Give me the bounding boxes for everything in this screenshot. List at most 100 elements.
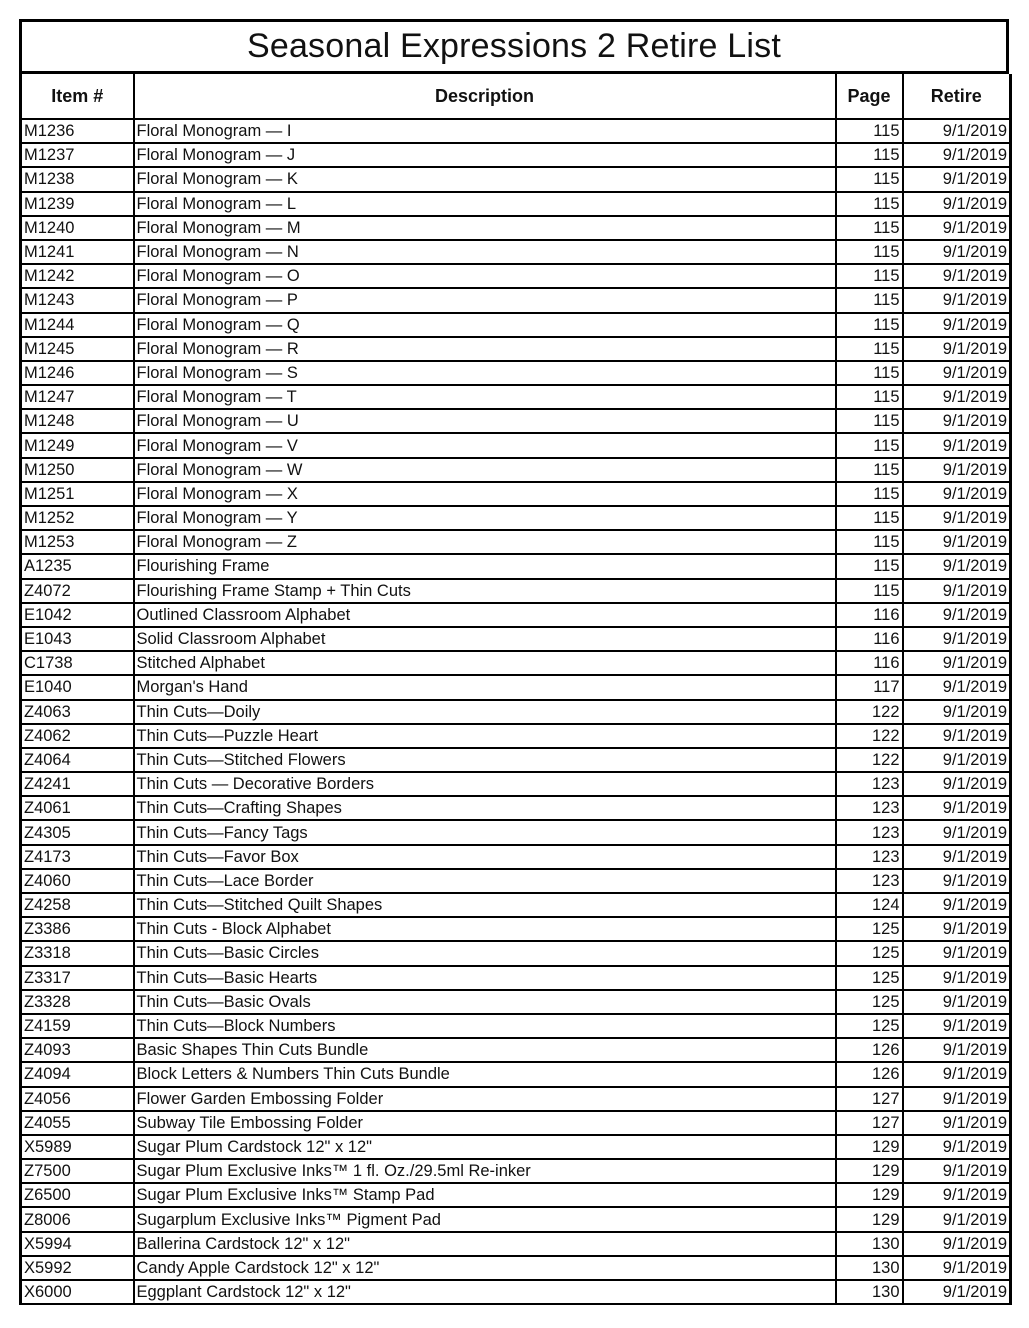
- page-cell: 125: [834, 1012, 904, 1040]
- item-number-cell: X6000: [19, 1278, 135, 1306]
- description-cell: Floral Monogram — J: [132, 142, 837, 169]
- description-cell: Ballerina Cardstock 12" x 12": [132, 1230, 837, 1257]
- description-cell: Sugar Plum Exclusive Inks™ 1 fl. Oz./29.…: [132, 1158, 837, 1185]
- page-cell: 115: [834, 553, 904, 580]
- description-cell: Floral Monogram — R: [132, 335, 837, 362]
- table-row: M1243 Floral Monogram — P 115 9/1/2019: [19, 287, 1012, 314]
- retire-date-cell: 9/1/2019: [901, 650, 1012, 677]
- page-cell: 122: [834, 722, 904, 749]
- column-header-page: Page: [834, 74, 904, 120]
- item-number-cell: Z3328: [19, 988, 135, 1015]
- item-number-cell: M1249: [19, 432, 135, 459]
- retire-date-cell: 9/1/2019: [901, 384, 1012, 411]
- description-cell: Floral Monogram — T: [132, 384, 837, 411]
- table-row: A1235 Flourishing Frame 115 9/1/2019: [19, 553, 1012, 580]
- item-number-cell: X5989: [19, 1133, 135, 1161]
- item-number-cell: Z4305: [19, 819, 135, 846]
- page-cell: 130: [834, 1254, 904, 1282]
- page-cell: 115: [834, 117, 904, 145]
- item-number-cell: Z4056: [19, 1085, 135, 1112]
- page-cell: 123: [834, 795, 904, 822]
- item-number-cell: Z4241: [19, 771, 135, 798]
- table-row: E1042 Outlined Classroom Alphabet 116 9/1/2…: [19, 601, 1012, 628]
- description-cell: Block Letters & Numbers Thin Cuts Bundle: [132, 1061, 837, 1088]
- page-cell: 122: [834, 698, 904, 725]
- retire-date-cell: 9/1/2019: [901, 311, 1012, 338]
- item-number-cell: M1251: [19, 480, 135, 508]
- table-row: M1246 Floral Monogram — S 115 9/1/2019: [19, 359, 1012, 387]
- description-cell: Floral Monogram — M: [132, 214, 837, 241]
- description-cell: Thin Cuts — Decorative Borders: [132, 771, 837, 798]
- table-row: X5994 Ballerina Cardstock 12" x 12" 130 9/1…: [19, 1230, 1012, 1257]
- retire-date-cell: 9/1/2019: [901, 674, 1012, 701]
- description-cell: Flourishing Frame: [132, 553, 837, 580]
- item-number-cell: M1246: [19, 359, 135, 387]
- item-number-cell: M1242: [19, 263, 135, 290]
- item-number-cell: Z6500: [19, 1182, 135, 1209]
- table-row: Z4159 Thin Cuts—Block Numbers 125 9/1/2019: [19, 1012, 1012, 1040]
- page-cell: 123: [834, 819, 904, 846]
- retire-date-cell: 9/1/2019: [901, 577, 1012, 604]
- description-cell: Floral Monogram — Z: [132, 529, 837, 556]
- page-cell: 117: [834, 674, 904, 701]
- description-cell: Floral Monogram — K: [132, 166, 837, 193]
- description-cell: Thin Cuts—Lace Border: [132, 867, 837, 895]
- table-row: Z4056 Flower Garden Embossing Folder 127 9/…: [19, 1085, 1012, 1112]
- item-number-cell: Z7500: [19, 1158, 135, 1185]
- retire-date-cell: 9/1/2019: [901, 359, 1012, 387]
- item-number-cell: M1241: [19, 238, 135, 266]
- table-row: C1738 Stitched Alphabet 116 9/1/2019: [19, 650, 1012, 677]
- retire-date-cell: 9/1/2019: [901, 166, 1012, 193]
- page-cell: 123: [834, 867, 904, 895]
- table-row: Z7500 Sugar Plum Exclusive Inks™ 1 fl. Oz…: [19, 1158, 1012, 1185]
- item-number-cell: X5994: [19, 1230, 135, 1257]
- page-cell: 115: [834, 504, 904, 532]
- table-row: M1241 Floral Monogram — N 115 9/1/2019: [19, 238, 1012, 266]
- table-row: M1244 Floral Monogram — Q 115 9/1/2019: [19, 311, 1012, 338]
- item-number-cell: M1236: [19, 117, 135, 145]
- retire-date-cell: 9/1/2019: [901, 456, 1012, 483]
- table-row: Z4062 Thin Cuts—Puzzle Heart 122 9/1/2019: [19, 722, 1012, 749]
- table-row: M1252 Floral Monogram — Y 115 9/1/2019: [19, 504, 1012, 532]
- item-number-cell: Z3317: [19, 964, 135, 991]
- table-row: M1245 Floral Monogram — R 115 9/1/2019: [19, 335, 1012, 362]
- item-number-cell: M1238: [19, 166, 135, 193]
- table-row: Z4305 Thin Cuts—Fancy Tags 123 9/1/2019: [19, 819, 1012, 846]
- header-row: Item # Description Page Retire: [19, 74, 1012, 120]
- item-number-cell: Z4258: [19, 891, 135, 919]
- retire-date-cell: 9/1/2019: [901, 263, 1012, 290]
- retire-date-cell: 9/1/2019: [901, 1254, 1012, 1282]
- description-cell: Flourishing Frame Stamp + Thin Cuts: [132, 577, 837, 604]
- item-number-cell: Z8006: [19, 1206, 135, 1233]
- table-row: E1043 Solid Classroom Alphabet 116 9/1/2019: [19, 625, 1012, 653]
- retire-date-cell: 9/1/2019: [901, 916, 1012, 943]
- table-row: Z4064 Thin Cuts—Stitched Flowers 122 9/1/20…: [19, 746, 1012, 774]
- item-number-cell: Z4094: [19, 1061, 135, 1088]
- table-row: M1236 Floral Monogram — I 115 9/1/2019: [19, 117, 1012, 145]
- description-cell: Flower Garden Embossing Folder: [132, 1085, 837, 1112]
- description-cell: Floral Monogram — Q: [132, 311, 837, 338]
- table-row: Z4258 Thin Cuts—Stitched Quilt Shapes 124 9…: [19, 891, 1012, 919]
- description-cell: Floral Monogram — S: [132, 359, 837, 387]
- table-row: M1253 Floral Monogram — Z 115 9/1/2019: [19, 529, 1012, 556]
- page-cell: 129: [834, 1133, 904, 1161]
- column-header-retire: Retire: [901, 74, 1012, 120]
- item-number-cell: M1247: [19, 384, 135, 411]
- retire-date-cell: 9/1/2019: [901, 940, 1012, 967]
- page-cell: 116: [834, 625, 904, 653]
- retire-date-cell: 9/1/2019: [901, 1158, 1012, 1185]
- retire-date-cell: 9/1/2019: [901, 843, 1012, 870]
- page-cell: 126: [834, 1061, 904, 1088]
- description-cell: Thin Cuts—Basic Ovals: [132, 988, 837, 1015]
- retire-date-cell: 9/1/2019: [901, 142, 1012, 169]
- description-cell: Thin Cuts—Basic Circles: [132, 940, 837, 967]
- retire-date-cell: 9/1/2019: [901, 625, 1012, 653]
- table-row: Z4063 Thin Cuts—Doily 122 9/1/2019: [19, 698, 1012, 725]
- retire-date-cell: 9/1/2019: [901, 190, 1012, 217]
- description-cell: Thin Cuts—Basic Hearts: [132, 964, 837, 991]
- item-number-cell: M1252: [19, 504, 135, 532]
- item-number-cell: M1253: [19, 529, 135, 556]
- table-row: M1248 Floral Monogram — U 115 9/1/2019: [19, 408, 1012, 435]
- retire-table: Item # Description Page Retire M1236 Flor…: [19, 74, 1012, 1306]
- page-cell: 116: [834, 650, 904, 677]
